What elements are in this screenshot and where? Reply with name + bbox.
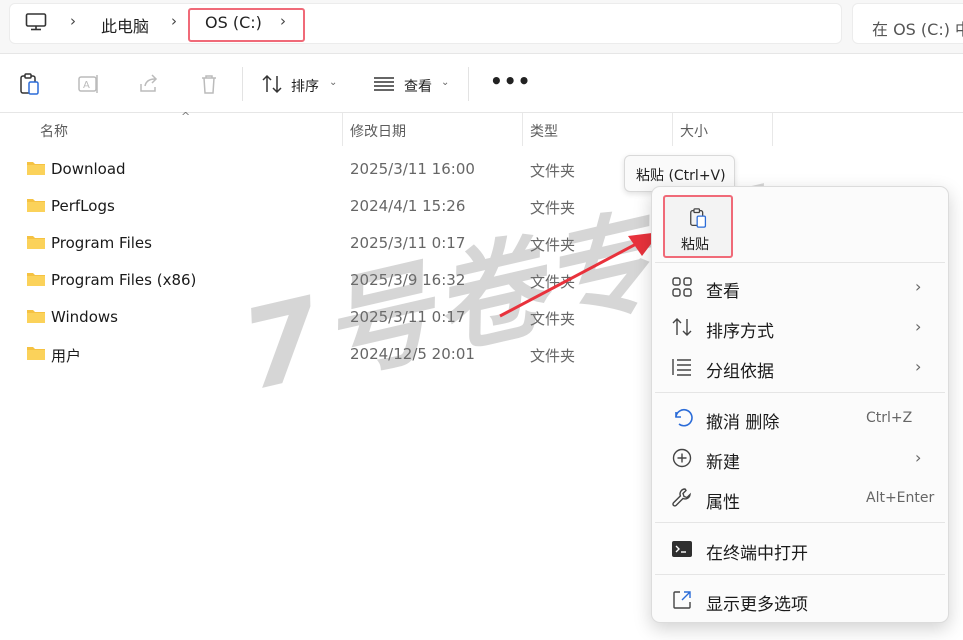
menu-item-new[interactable]: 新建 › — [652, 438, 948, 478]
chevron-right-icon: › — [915, 277, 922, 296]
file-modified: 2025/3/9 16:32 — [350, 271, 466, 289]
svg-text:A: A — [83, 80, 90, 91]
menu-item-undo-delete[interactable]: 撤消 删除 Ctrl+Z — [652, 398, 948, 438]
file-name[interactable]: Windows — [51, 308, 118, 326]
file-type: 文件夹 — [530, 162, 576, 180]
paste-label: 粘贴 — [681, 237, 709, 253]
chevron-down-icon[interactable]: ⌄ — [441, 77, 449, 88]
menu-separator — [655, 262, 945, 263]
share-icon[interactable] — [137, 72, 161, 96]
menu-separator — [655, 392, 945, 393]
search-box[interactable]: 在 OS (C:) 中 — [852, 3, 963, 44]
folder-icon — [27, 162, 45, 175]
breadcrumb-chevron-icon[interactable]: › — [171, 12, 177, 30]
chevron-right-icon: › — [915, 357, 922, 376]
menu-separator — [655, 522, 945, 523]
group-by-icon — [672, 359, 691, 376]
search-placeholder[interactable]: 在 OS (C:) 中 — [872, 16, 963, 40]
menu-item-label: 查看 — [706, 282, 740, 302]
menu-item-view[interactable]: 查看 › — [652, 267, 948, 307]
chevron-right-icon: › — [915, 448, 922, 467]
column-separator[interactable] — [772, 113, 773, 146]
file-name[interactable]: Program Files — [51, 234, 152, 252]
menu-separator — [655, 574, 945, 575]
rename-icon[interactable]: A — [77, 72, 101, 96]
undo-icon — [675, 408, 693, 427]
open-external-icon — [673, 591, 691, 609]
chevron-right-icon: › — [915, 317, 922, 336]
menu-item-sort-by[interactable]: 排序方式 › — [652, 307, 948, 347]
delete-icon[interactable] — [197, 72, 221, 96]
folder-icon — [27, 347, 45, 360]
column-separator[interactable] — [672, 113, 673, 146]
menu-item-label: 显示更多选项 — [706, 595, 808, 615]
file-type: 文件夹 — [530, 310, 576, 328]
file-name[interactable]: Download — [51, 160, 126, 178]
file-name[interactable]: PerfLogs — [51, 197, 115, 215]
menu-item-properties[interactable]: 属性 Alt+Enter — [652, 478, 948, 518]
sort-icon[interactable] — [260, 72, 284, 96]
toolbar-divider — [468, 67, 469, 101]
menu-item-show-more-options[interactable]: 显示更多选项 — [652, 580, 948, 620]
column-header-name[interactable]: 名称 — [40, 113, 68, 146]
column-separator[interactable] — [522, 113, 523, 146]
file-modified: 2025/3/11 16:00 — [350, 160, 475, 178]
paste-icon — [690, 208, 707, 228]
file-type: 文件夹 — [530, 347, 576, 365]
view-icon[interactable] — [372, 72, 396, 96]
context-menu: 粘贴 查看 › 排序方式 › 分组依据 › 撤消 删除 Ctrl+Z 新建 › … — [651, 186, 949, 623]
file-explorer-window: › 此电脑 › OS (C:) › 在 OS (C:) 中 A 排序 ⌄ 查看 … — [0, 0, 963, 640]
file-type: 文件夹 — [530, 273, 576, 291]
command-bar: A 排序 ⌄ 查看 ⌄ ••• — [0, 55, 963, 113]
column-header-modified[interactable]: 修改日期 — [350, 113, 406, 146]
folder-icon — [27, 199, 45, 212]
file-type: 文件夹 — [530, 236, 576, 254]
breadcrumb-drive-c[interactable]: OS (C:) — [205, 13, 262, 32]
menu-item-label: 撤消 删除 — [706, 413, 780, 433]
menu-item-label: 分组依据 — [706, 362, 774, 382]
column-separator[interactable] — [342, 113, 343, 146]
menu-item-shortcut: Ctrl+Z — [866, 410, 913, 426]
menu-item-label: 在终端中打开 — [706, 544, 808, 564]
column-header-size[interactable]: 大小 — [680, 113, 708, 146]
wrench-icon — [672, 488, 691, 507]
menu-item-label: 排序方式 — [706, 322, 774, 342]
sort-icon — [672, 318, 692, 336]
menu-item-label: 新建 — [706, 453, 740, 473]
toolbar-divider — [242, 67, 243, 101]
folder-icon — [27, 236, 45, 249]
paste-icon[interactable] — [18, 72, 42, 96]
file-modified: 2024/4/1 15:26 — [350, 197, 466, 215]
file-modified: 2025/3/11 0:17 — [350, 234, 466, 252]
file-type: 文件夹 — [530, 199, 576, 217]
chevron-down-icon[interactable]: ⌄ — [329, 77, 337, 88]
menu-item-open-in-terminal[interactable]: 在终端中打开 — [652, 529, 948, 569]
sort-button[interactable]: 排序 — [291, 76, 319, 96]
menu-item-shortcut: Alt+Enter — [866, 490, 935, 506]
breadcrumb-this-pc[interactable]: 此电脑 — [101, 13, 149, 37]
menu-item-group-by[interactable]: 分组依据 › — [652, 347, 948, 387]
folder-icon — [27, 273, 45, 286]
file-name[interactable]: 用户 — [51, 345, 81, 366]
computer-icon[interactable] — [25, 13, 47, 31]
address-bar-strip: › 此电脑 › OS (C:) › 在 OS (C:) 中 — [0, 0, 963, 54]
file-modified: 2025/3/11 0:17 — [350, 308, 466, 326]
menu-item-label: 属性 — [706, 493, 740, 513]
file-modified: 2024/12/5 20:01 — [350, 345, 475, 363]
folder-icon — [27, 310, 45, 323]
breadcrumb-chevron-icon[interactable]: › — [70, 12, 76, 30]
file-row[interactable]: Download 2025/3/11 16:00 文件夹 — [0, 151, 963, 188]
more-options-button[interactable]: ••• — [490, 69, 531, 93]
breadcrumb-chevron-icon[interactable]: › — [280, 12, 286, 30]
view-button[interactable]: 查看 — [404, 76, 432, 96]
column-header-type[interactable]: 类型 — [530, 113, 558, 146]
sort-ascending-icon: ^ — [181, 110, 191, 123]
add-circle-icon — [672, 448, 692, 468]
terminal-icon — [672, 541, 692, 557]
grid-view-icon — [672, 277, 692, 297]
file-name[interactable]: Program Files (x86) — [51, 271, 196, 289]
paste-button[interactable]: 粘贴 — [663, 195, 733, 258]
